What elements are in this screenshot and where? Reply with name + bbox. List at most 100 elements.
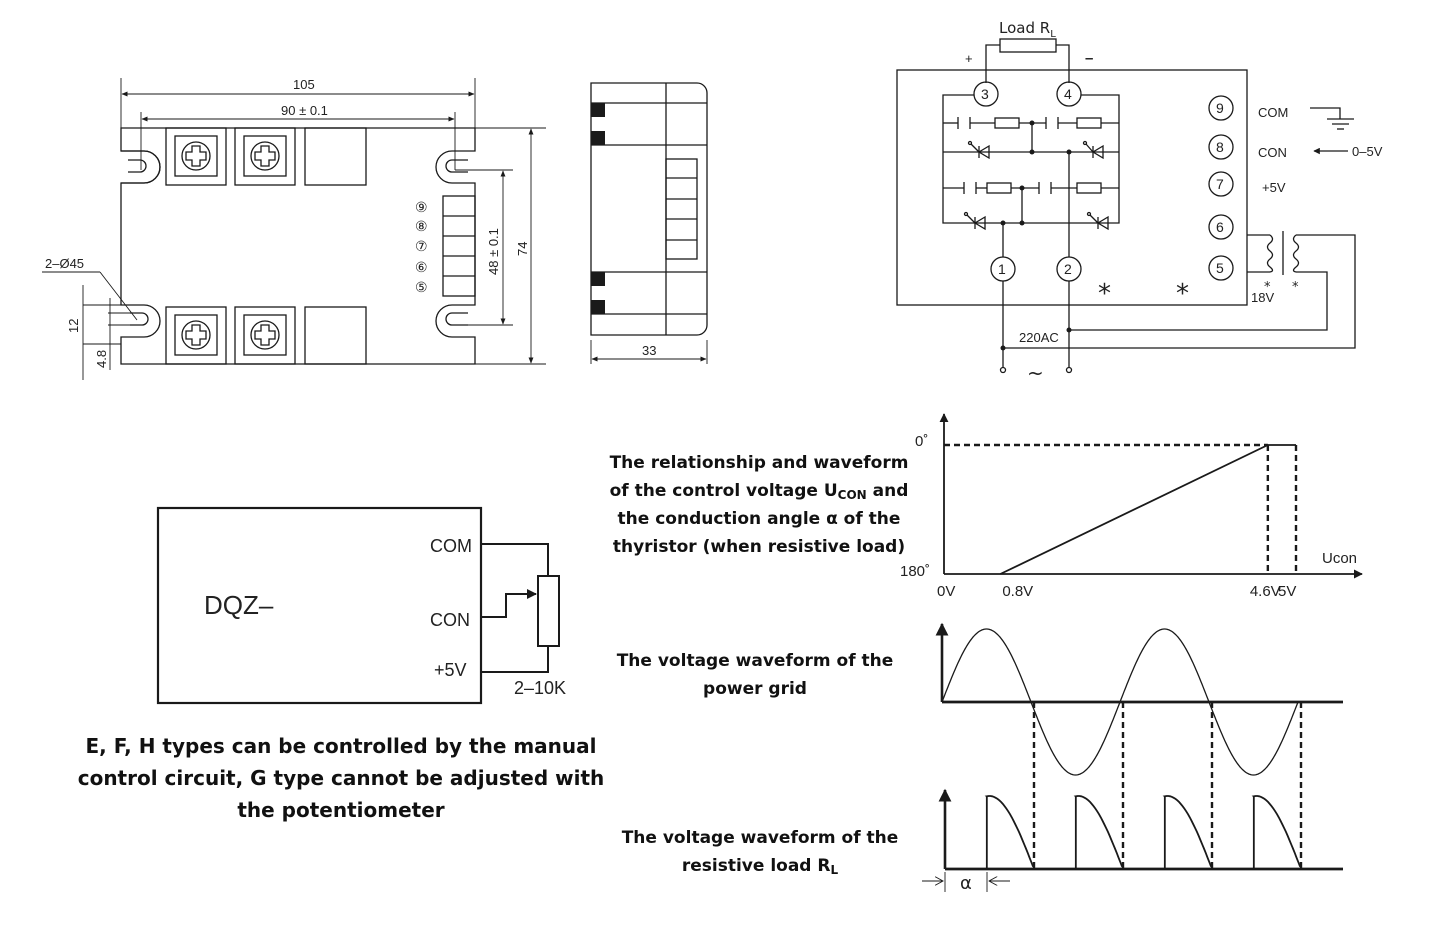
star-mark: * [1176,279,1189,309]
load-pulse [1251,795,1301,869]
pin-9: 9 [1208,95,1234,121]
dim-slot-label: 2–Ø45 [45,256,84,271]
load-label: Load RL [999,19,1056,40]
alpha-label: α [960,873,972,894]
outline-top-view: ⑨ ⑧ ⑦ ⑥ ⑤ 105 90 ± 0.1 74 48 ± 0.1 2–Ø45… [42,77,546,380]
secondary-voltage-label: 18V [1251,290,1274,305]
caption-line: resistive load RL [682,856,839,877]
ac-symbol: ~ [1027,361,1044,385]
star-mark: * [1292,280,1299,295]
caption-line: The relationship and waveform [610,453,909,473]
caption-line: the conduction angle α of the [618,509,901,529]
manual-control-circuit: DQZ– COM CON +5V 2–10K [156,506,566,705]
caption-line: E, F, H types can be controlled by the m… [85,734,596,758]
blank-terminal-block [304,127,367,186]
screw-terminal [234,306,296,365]
snubber-resistor [994,117,1020,129]
load-resistor [999,38,1057,53]
dim-hole-vertical-spacing: 48 ± 0.1 [486,228,501,275]
potentiometer [537,575,560,647]
plus-label: + [965,51,973,66]
x-tick-label: 0.8V [1002,583,1033,600]
thyristor [1082,140,1104,160]
terminal-plus5v: +5V [434,660,467,680]
screw-terminal [234,127,296,186]
slot-top-left [121,150,161,184]
wiper-arrow [481,589,537,618]
alpha-series-line [999,444,1296,575]
caption-line: The voltage waveform of the [622,828,899,848]
screw-terminal [165,306,227,365]
plus5v-label: +5V [1262,180,1286,195]
svg-text:7: 7 [1216,176,1224,192]
dim-hole-spacing: 90 ± 0.1 [281,103,328,118]
load-pulse [1073,795,1123,869]
y-tick-label: 0˚ [915,433,928,450]
pin-2-label: 2 [1064,261,1072,277]
pin-8: 8 [1208,134,1234,160]
terminal-con: CON [430,610,470,630]
dim-overall-width: 105 [293,77,315,92]
control-pin-header [442,195,476,297]
outline-side-view: 33 [590,82,708,364]
load-waveform: α [922,702,1343,894]
caption-line: power grid [703,679,807,699]
ucon-alpha-chart: Ucon 180˚ 0˚ 0V 0.8V 4.6V5V [900,413,1363,600]
caption-line: thyristor (when resistive load) [613,537,905,557]
load-pulse [1162,795,1212,869]
svg-text:8: 8 [1216,139,1224,155]
grid-wave-caption: The voltage waveform of the power grid [617,651,894,699]
dim-slot-height: 12 [66,319,81,333]
dim-side-depth: 33 [642,343,656,358]
snubber-resistor [1076,117,1102,129]
pin-label: ⑧ [415,218,428,234]
y-tick-label: 180˚ [900,563,930,580]
caption-line: The voltage waveform of the [617,651,894,671]
svg-text:6: 6 [1216,219,1224,235]
x-tick-label: 5V [1278,583,1296,600]
pin-label: ⑤ [415,279,428,295]
ground-icon [1310,107,1354,130]
mains-label: 220AC [1019,330,1059,345]
pin-7: 7 [1208,171,1234,197]
thyristor [1086,211,1109,231]
x-tick-label: 4.6V [1250,583,1281,600]
slot-top-left-inner [128,159,147,173]
caption-line: the potentiometer [237,798,444,822]
x-axis-label: Ucon [1322,550,1357,567]
minus-label: – [1085,50,1093,67]
caption-line: of the control voltage UCON and [610,481,909,502]
dim-slot-width: 4.8 [94,350,109,368]
pin-label: ⑨ [415,199,428,215]
grid-waveform [935,622,1343,776]
star-mark: * [1098,279,1111,309]
control-input-label: 0–5V [1352,144,1383,159]
snubber-resistor [1076,182,1102,194]
terminal-com: COM [430,536,472,556]
pin-1-label: 1 [998,261,1006,277]
pin-label: ⑥ [415,259,428,275]
diagram-canvas: ⑨ ⑧ ⑦ ⑥ ⑤ 105 90 ± 0.1 74 48 ± 0.1 2–Ø45… [42,19,1383,894]
pin-3-label: 3 [981,86,989,102]
dim-overall-height: 74 [515,242,530,256]
thyristor [967,140,990,160]
pot-value: 2–10K [514,678,566,698]
com-label: COM [1258,105,1288,120]
thyristor [963,211,986,231]
slot-bottom-right-inner [445,312,468,326]
svg-text:5: 5 [1216,260,1224,276]
relationship-caption: The relationship and waveform of the con… [610,453,909,557]
x-tick-label: 0V [937,583,955,600]
transformer-icon [1247,231,1300,275]
pin-6: 6 [1208,214,1234,240]
load-pulse [984,795,1034,869]
module-name: DQZ– [204,590,274,620]
wiring-schematic: Load RL + – 3 4 1 2 * * 220AC ~ 9 8 7 6 … [896,19,1383,385]
pin-5: 5 [1208,255,1234,281]
caption-line: control circuit, G type cannot be adjust… [78,766,605,790]
snubber-resistor [986,182,1012,194]
svg-text:9: 9 [1216,100,1224,116]
con-label: CON [1258,145,1287,160]
pin-label: ⑦ [415,238,428,254]
pin-4-label: 4 [1064,86,1072,102]
